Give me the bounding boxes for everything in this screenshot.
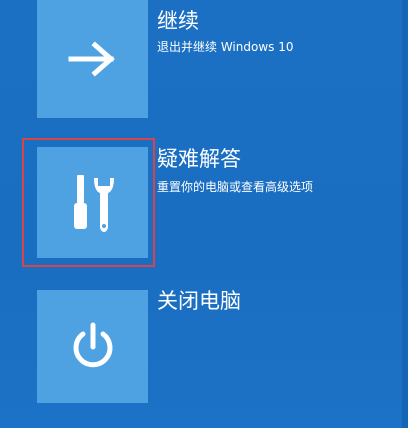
- shutdown-option[interactable]: 关闭电脑: [0, 282, 408, 403]
- continue-tile[interactable]: [37, 0, 148, 118]
- boot-options-screen: 继续 退出并继续 Windows 10 疑难解答 重置你的电脑或查看高级选项 关…: [0, 0, 408, 428]
- continue-title: 继续: [157, 9, 199, 33]
- shutdown-tile[interactable]: [37, 290, 148, 403]
- continue-option[interactable]: 继续 退出并继续 Windows 10: [0, 0, 408, 120]
- continue-description: 退出并继续 Windows 10: [157, 40, 294, 54]
- troubleshoot-description: 重置你的电脑或查看高级选项: [157, 180, 314, 194]
- troubleshoot-tile[interactable]: [37, 147, 148, 258]
- troubleshoot-title: 疑难解答: [157, 147, 241, 171]
- troubleshoot-option[interactable]: 疑难解答 重置你的电脑或查看高级选项: [0, 140, 408, 260]
- tools-icon: [73, 174, 114, 232]
- screen-edge: [402, 0, 408, 428]
- arrow-right-icon: [68, 41, 115, 77]
- shutdown-title: 关闭电脑: [157, 289, 241, 313]
- power-icon: [73, 322, 112, 367]
